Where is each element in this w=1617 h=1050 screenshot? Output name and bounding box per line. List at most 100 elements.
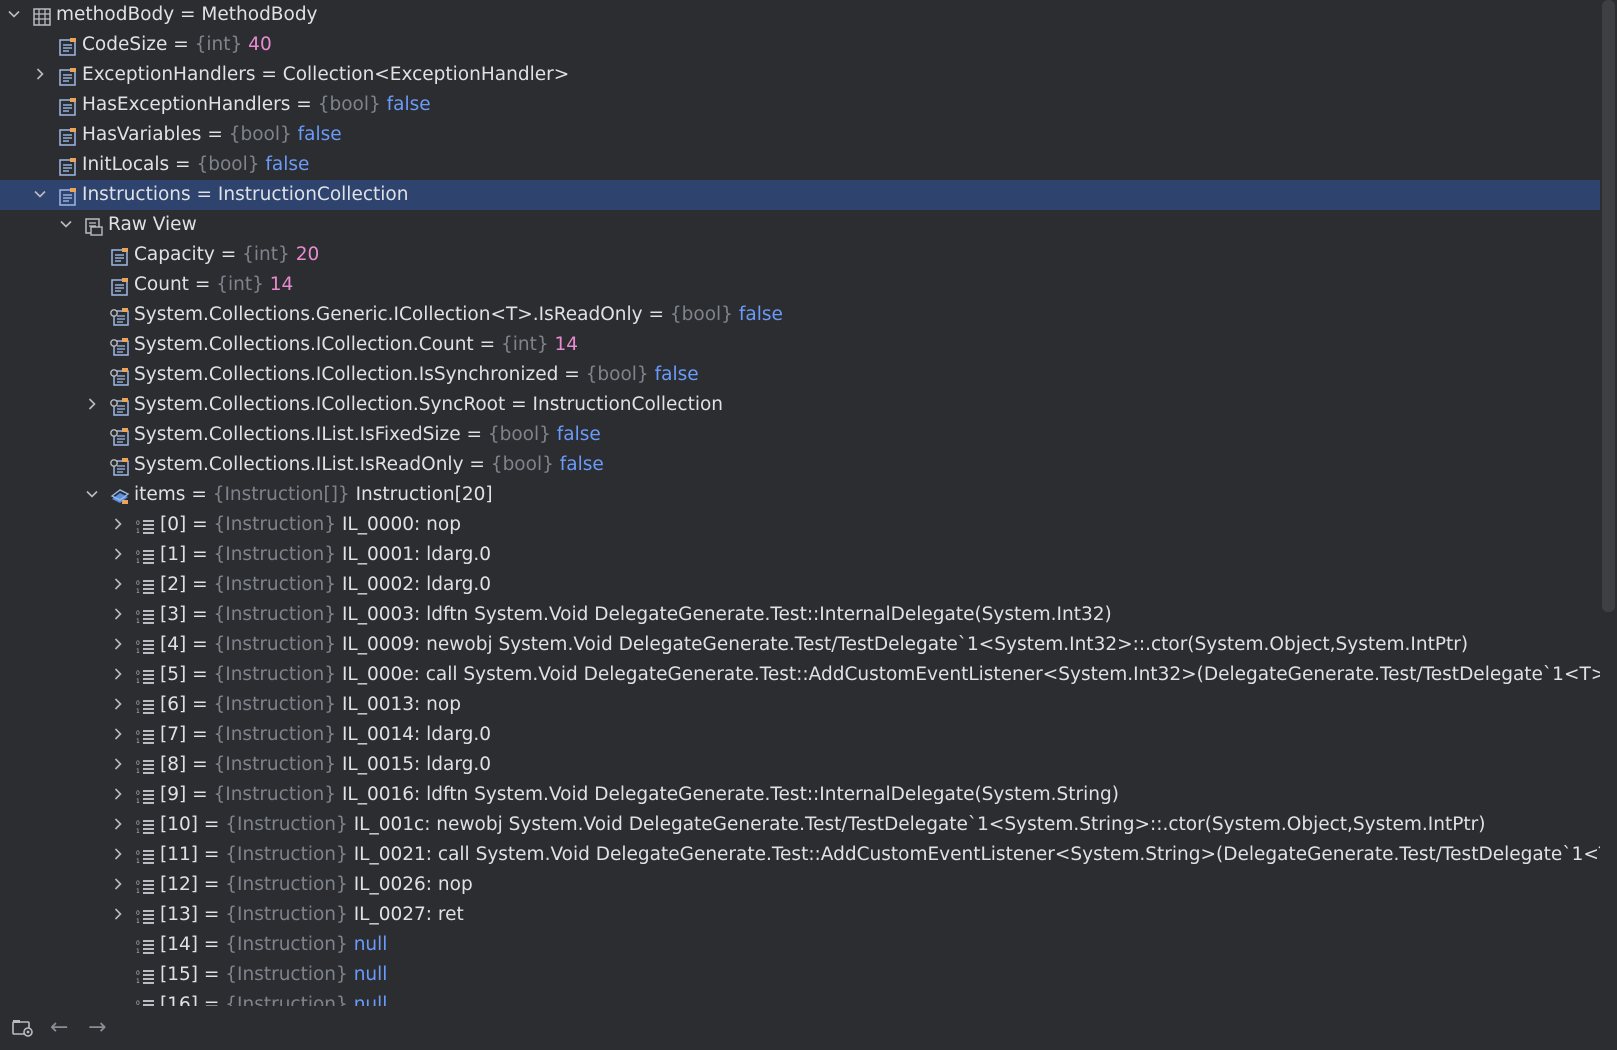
- variable-value: null: [353, 964, 388, 985]
- tree-row[interactable]: System.Collections.ICollection.SyncRoot …: [0, 390, 1600, 420]
- back-arrow-icon[interactable]: ←: [50, 1017, 72, 1039]
- chevron-right-icon[interactable]: [108, 600, 128, 630]
- tree-row[interactable]: 0 1 [6] = {Instruction} IL_0013: nop: [0, 690, 1600, 720]
- tree-row[interactable]: CodeSize = {int} 40: [0, 30, 1600, 60]
- tree-row[interactable]: 0 1 [3] = {Instruction} IL_0003: ldftn Sys…: [0, 600, 1600, 630]
- chevron-down-icon[interactable]: [4, 0, 24, 30]
- tree-row[interactable]: System.Collections.Generic.ICollection<T…: [0, 300, 1600, 330]
- variable-name: Raw View: [108, 214, 197, 235]
- variable-value: false: [297, 124, 342, 145]
- tree-row[interactable]: 0 1 [4] = {Instruction} IL_0009: newobj Sy…: [0, 630, 1600, 660]
- chevron-down-icon[interactable]: [30, 180, 50, 210]
- watch-settings-icon[interactable]: [12, 1018, 34, 1038]
- variable-name: System.Collections.Generic.ICollection<T…: [134, 304, 643, 325]
- chevron-right-icon[interactable]: [108, 870, 128, 900]
- chevron-right-icon[interactable]: [108, 750, 128, 780]
- type-hint: {bool}: [487, 424, 551, 445]
- tree-row[interactable]: Count = {int} 14: [0, 270, 1600, 300]
- svg-text:1: 1: [136, 678, 140, 685]
- chevron-right-icon[interactable]: [108, 570, 128, 600]
- chevron-right-icon[interactable]: [108, 660, 128, 690]
- tree-row[interactable]: System.Collections.ICollection.IsSynchro…: [0, 360, 1600, 390]
- tree-row[interactable]: 0 1 [0] = {Instruction} IL_0000: nop: [0, 510, 1600, 540]
- tree-row[interactable]: items = {Instruction[]} Instruction[20]: [0, 480, 1600, 510]
- equals-sign: =: [185, 484, 213, 505]
- tree-row[interactable]: methodBody = MethodBody: [0, 0, 1600, 30]
- tree-row[interactable]: 0 1 [15] = {Instruction} null: [0, 960, 1600, 990]
- tree-row-text: InitLocals = {bool} false: [82, 150, 309, 180]
- forward-arrow-icon[interactable]: →: [88, 1017, 110, 1039]
- tree-row[interactable]: Instructions = InstructionCollection: [0, 180, 1600, 210]
- tree-row[interactable]: InitLocals = {bool} false: [0, 150, 1600, 180]
- raw-view-icon: [84, 216, 104, 236]
- tree-row-text: [13] = {Instruction} IL_0027: ret: [160, 900, 464, 930]
- array-element-icon: 01: [136, 726, 156, 745]
- type-hint: {Instruction}: [225, 964, 348, 985]
- type-hint: {Instruction}: [213, 754, 337, 775]
- tree-row[interactable]: 0 1 [12] = {Instruction} IL_0026: nop: [0, 870, 1600, 900]
- svg-text:1: 1: [136, 648, 140, 655]
- tree-row[interactable]: 0 1 [9] = {Instruction} IL_0016: ldftn Sys…: [0, 780, 1600, 810]
- chevron-down-icon[interactable]: [56, 210, 76, 240]
- equals-sign: =: [197, 844, 226, 865]
- tree-row[interactable]: System.Collections.IList.IsReadOnly = {b…: [0, 450, 1600, 480]
- tree-row[interactable]: System.Collections.IList.IsFixedSize = {…: [0, 420, 1600, 450]
- tree-row[interactable]: 0 1 [11] = {Instruction} IL_0021: call Sys…: [0, 840, 1600, 870]
- tree-row[interactable]: 0 1 [1] = {Instruction} IL_0001: ldarg.0: [0, 540, 1600, 570]
- chevron-down-icon[interactable]: [82, 480, 102, 510]
- tree-row-text: ExceptionHandlers = Collection<Exception…: [82, 60, 569, 90]
- property-icon: [58, 66, 78, 86]
- tree-row[interactable]: 0 1 [2] = {Instruction} IL_0002: ldarg.0: [0, 570, 1600, 600]
- tree-row[interactable]: Capacity = {int} 20: [0, 240, 1600, 270]
- tree-row[interactable]: 0 1 [5] = {Instruction} IL_000e: call Syst…: [0, 660, 1600, 690]
- chevron-right-icon[interactable]: [30, 60, 50, 90]
- tree-row[interactable]: 0 1 [8] = {Instruction} IL_0015: ldarg.0: [0, 750, 1600, 780]
- tree-row[interactable]: 01 [16] = {Instruction} null: [0, 990, 1600, 1006]
- svg-text:0: 0: [136, 520, 140, 527]
- tree-row[interactable]: HasVariables = {bool} false: [0, 120, 1600, 150]
- svg-text:0: 0: [136, 640, 140, 647]
- tree-row[interactable]: HasExceptionHandlers = {bool} false: [0, 90, 1600, 120]
- tree-row[interactable]: System.Collections.ICollection.Count = {…: [0, 330, 1600, 360]
- array-element-icon: 01: [136, 606, 156, 625]
- tree-row[interactable]: 0 1 [10] = {Instruction} IL_001c: newobj S…: [0, 810, 1600, 840]
- chevron-right-icon[interactable]: [108, 690, 128, 720]
- tree-row-text: [1] = {Instruction} IL_0001: ldarg.0: [160, 540, 491, 570]
- chevron-right-icon[interactable]: [108, 810, 128, 840]
- chevron-right-icon[interactable]: [108, 900, 128, 930]
- variable-name: System.Collections.IList.IsReadOnly: [134, 454, 464, 475]
- type-hint: {Instruction}: [213, 544, 337, 565]
- svg-text:0: 0: [136, 580, 140, 587]
- tree-row-text: [14] = {Instruction} null: [160, 930, 387, 960]
- chevron-right-icon[interactable]: [108, 780, 128, 810]
- svg-text:0: 0: [136, 730, 140, 737]
- tree-row[interactable]: 0 1 [13] = {Instruction} IL_0027: ret: [0, 900, 1600, 930]
- chevron-right-icon[interactable]: [108, 630, 128, 660]
- chevron-right-icon[interactable]: [108, 840, 128, 870]
- type-hint: {bool}: [669, 304, 733, 325]
- chevron-right-icon[interactable]: [108, 510, 128, 540]
- variables-toolbar: ← →: [0, 1006, 1617, 1050]
- vertical-scrollbar[interactable]: [1602, 0, 1615, 612]
- variable-name: HasVariables: [82, 124, 202, 145]
- chevron-right-icon[interactable]: [82, 390, 102, 420]
- tree-row-text: [16] = {Instruction} null: [160, 990, 387, 1006]
- chevron-right-icon[interactable]: [108, 540, 128, 570]
- variable-value: IL_0027: ret: [353, 904, 464, 925]
- tree-row[interactable]: 0 1 [7] = {Instruction} IL_0014: ldarg.0: [0, 720, 1600, 750]
- equals-sign: =: [505, 394, 533, 415]
- variable-name: [15]: [160, 964, 198, 985]
- tree-row[interactable]: 0 1 [14] = {Instruction} null: [0, 930, 1600, 960]
- svg-text:1: 1: [136, 588, 140, 595]
- variable-value: 14: [269, 274, 294, 295]
- equals-sign: =: [197, 904, 226, 925]
- interface-property-icon: [110, 306, 130, 326]
- tree-row[interactable]: Raw View: [0, 210, 1600, 240]
- variable-name: Instructions: [82, 184, 191, 205]
- variable-value: IL_0014: ldarg.0: [341, 724, 492, 745]
- variables-tree[interactable]: methodBody = MethodBody CodeSize = {int} …: [0, 0, 1600, 1006]
- chevron-right-icon[interactable]: [108, 720, 128, 750]
- tree-row[interactable]: ExceptionHandlers = Collection<Exception…: [0, 60, 1600, 90]
- equals-sign: =: [197, 994, 226, 1006]
- svg-text:1: 1: [136, 858, 140, 865]
